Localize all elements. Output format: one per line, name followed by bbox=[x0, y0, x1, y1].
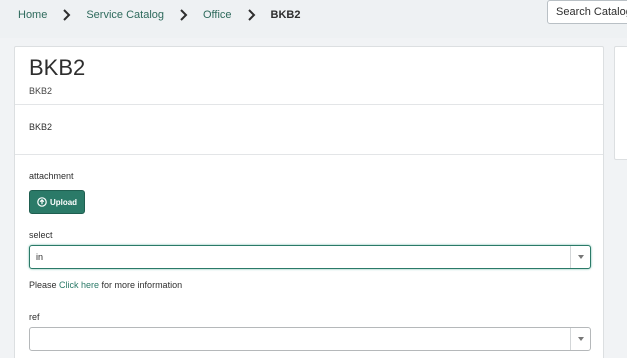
divider bbox=[15, 154, 603, 155]
top-bar: Home Service Catalog Office BKB2 Search … bbox=[0, 0, 627, 38]
select-dropdown[interactable]: in bbox=[29, 245, 591, 269]
select-label: select bbox=[29, 230, 53, 240]
ref-toggle[interactable] bbox=[570, 328, 590, 350]
ref-dropdown[interactable] bbox=[29, 327, 591, 351]
breadcrumb-office[interactable]: Office bbox=[203, 9, 232, 21]
attachment-label: attachment bbox=[29, 171, 74, 181]
info-link[interactable]: Click here bbox=[59, 280, 99, 290]
breadcrumb: Home Service Catalog Office BKB2 bbox=[18, 8, 300, 22]
breadcrumb-current: BKB2 bbox=[270, 9, 301, 21]
upload-icon bbox=[37, 197, 47, 207]
chevron-right-icon bbox=[179, 9, 188, 21]
caret-down-icon bbox=[577, 337, 584, 341]
upload-button-label: Upload bbox=[49, 197, 78, 207]
info-prefix: Please bbox=[29, 280, 60, 290]
search-catalog-button[interactable]: Search Catalog bbox=[547, 0, 627, 24]
breadcrumb-service-catalog[interactable]: Service Catalog bbox=[86, 9, 164, 21]
page-title: BKB2 bbox=[29, 55, 86, 80]
ref-label: ref bbox=[29, 312, 40, 322]
info-text: Please Click here for more information bbox=[29, 280, 182, 290]
divider bbox=[15, 104, 603, 105]
breadcrumb-home[interactable]: Home bbox=[18, 9, 47, 21]
select-toggle[interactable] bbox=[570, 246, 590, 268]
caret-down-icon bbox=[577, 255, 584, 259]
info-suffix: for more information bbox=[99, 280, 183, 290]
upload-button[interactable]: Upload bbox=[29, 190, 85, 214]
chevron-right-icon bbox=[247, 9, 256, 21]
select-value: in bbox=[36, 252, 44, 262]
chevron-right-icon bbox=[62, 9, 71, 21]
side-panel bbox=[614, 46, 627, 160]
item-description: BKB2 bbox=[29, 122, 53, 132]
short-description: BKB2 bbox=[29, 86, 53, 96]
catalog-item-card: BKB2 BKB2 BKB2 attachment Upload select … bbox=[14, 46, 604, 358]
